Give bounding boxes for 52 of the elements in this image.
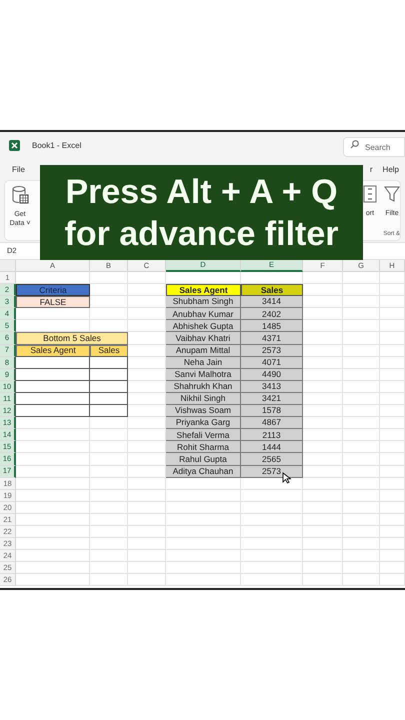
table-cell: 2113 (241, 429, 303, 442)
table-cell: 2402 (241, 308, 303, 320)
table-cell: Sanvi Malhotra (166, 368, 241, 381)
table-cell: Sales Agent (16, 344, 90, 357)
table-cell (89, 356, 128, 369)
menu-item[interactable]: Help (382, 164, 399, 176)
table-cell: 2573 (241, 466, 303, 478)
sort-icon (363, 185, 377, 203)
table-cell: Sales (90, 344, 128, 357)
table-cell: Anupam Mittal (166, 344, 241, 357)
search-field[interactable]: Search (343, 137, 405, 157)
cursor-icon (282, 472, 291, 484)
table-cell: 4867 (241, 417, 303, 430)
table-cell: Shefali Verma (166, 429, 241, 442)
menu-item[interactable]: r (370, 164, 373, 176)
table-cell: Rohit Sharma (166, 441, 241, 454)
menu-item[interactable]: File (12, 164, 25, 176)
table-cell: Shahrukh Khan (166, 380, 241, 393)
table-cell: Neha Jain (166, 356, 241, 369)
table-cell: Sales Agent (166, 284, 241, 296)
table-cell: 2565 (241, 453, 303, 466)
table-cell: 3421 (241, 392, 303, 406)
table-cell: 4490 (241, 368, 303, 381)
table-cell: Aditya Chauhan (166, 466, 241, 478)
table-cell: Anubhav Kumar (166, 308, 241, 320)
banner-text: Press Alt + A + Q (65, 172, 338, 212)
table-cell: 4071 (241, 356, 303, 369)
table-cell: Rahul Gupta (166, 453, 241, 466)
table-cell: Vishwas Soam (166, 405, 241, 418)
table-cell: 3413 (241, 380, 303, 393)
window-title: Book1 - Excel (32, 140, 82, 152)
table-cell: Priyanka Garg (166, 417, 241, 430)
table-cell: 1578 (241, 405, 303, 418)
table-cell: Criteria (16, 284, 90, 296)
database-icon (11, 185, 29, 205)
search-icon (350, 140, 359, 148)
table-cell: 1485 (241, 320, 303, 332)
banner-text: for advance filter (64, 214, 338, 254)
table-cell: 4371 (241, 332, 303, 345)
table-cell: 1444 (241, 441, 303, 454)
select-all-corner[interactable] (0, 260, 16, 272)
table-cell: FALSE (16, 296, 90, 308)
table-cell: Abhishek Gupta (166, 320, 241, 332)
table-cell: Bottom 5 Sales (16, 332, 128, 345)
table-cell: 2573 (241, 344, 303, 357)
table-cell: Nikhil Singh (166, 392, 241, 406)
table-cell: Sales (241, 284, 303, 296)
table-cell (89, 404, 128, 418)
table-cell: 3414 (241, 296, 303, 308)
table-cell: Vaibhav Khatri (166, 332, 241, 345)
excel-logo-icon (9, 140, 20, 151)
table-cell: Shubham Singh (166, 296, 241, 308)
